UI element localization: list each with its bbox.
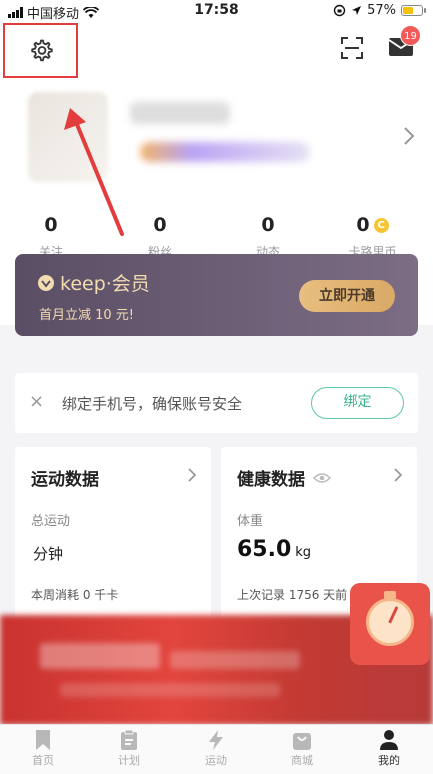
sport-data-card[interactable]: 运动数据 总运动 分钟 本周消耗 0 千卡 (15, 447, 211, 622)
battery-icon (401, 5, 426, 16)
stat-following-value: 0 (44, 214, 58, 236)
tab-me[interactable]: 我的 (346, 725, 432, 774)
bookmark-icon (36, 730, 50, 750)
sport-weekly-calories: 本周消耗 0 千卡 (31, 588, 119, 602)
tab-store[interactable]: 商城 (259, 725, 345, 774)
lightning-icon (209, 730, 223, 750)
stat-calorie-coins-value: 0 (356, 214, 370, 236)
chevron-right-icon (188, 468, 197, 482)
username-blurred (130, 102, 230, 124)
weight-number: 65.0 (237, 537, 292, 562)
vip-membership-banner[interactable]: keep·会员 首月立减 10 元! 立即开通 (15, 254, 418, 336)
vip-activate-button[interactable]: 立即开通 (299, 280, 395, 312)
tab-sport-label: 运动 (205, 754, 227, 767)
bind-phone-text: 绑定手机号，确保账号安全 (62, 395, 243, 413)
close-icon[interactable]: × (29, 391, 44, 412)
weight-unit: kg (295, 545, 312, 560)
scan-icon[interactable] (340, 36, 364, 60)
tab-me-label: 我的 (378, 754, 400, 767)
bind-button[interactable]: 绑定 (311, 387, 404, 419)
tab-store-label: 商城 (291, 754, 313, 767)
battery-fill (403, 7, 413, 14)
user-level-tag-blurred (140, 142, 310, 162)
vip-logo-text: keep·会员 (60, 273, 150, 295)
rotation-lock-icon (333, 4, 346, 17)
last-record-text: 上次记录 1756 天前 (237, 588, 348, 602)
gear-icon (30, 39, 53, 61)
chevron-right-icon (394, 468, 403, 482)
bind-phone-card: × 绑定手机号，确保账号安全 绑定 (15, 373, 418, 433)
battery-percent: 57% (367, 3, 396, 18)
clipboard-icon (121, 729, 137, 750)
chevron-right-icon[interactable] (403, 126, 415, 146)
tab-plan-label: 计划 (118, 754, 140, 767)
person-icon (380, 730, 398, 750)
sport-total-label: 总运动 (31, 514, 71, 529)
tab-home[interactable]: 首页 (0, 725, 86, 774)
weight-label: 体重 (237, 514, 264, 529)
eye-icon[interactable] (313, 472, 331, 484)
tab-plan[interactable]: 计划 (86, 725, 172, 774)
settings-button[interactable] (3, 23, 78, 78)
sport-data-title: 运动数据 (31, 470, 99, 490)
weight-value: 65.0 kg (237, 537, 311, 562)
avatar[interactable] (28, 92, 108, 182)
vip-logo: keep·会员 (37, 269, 150, 296)
stat-followers-value: 0 (153, 214, 167, 236)
status-bar: 中国移动 17:58 57% (0, 0, 433, 22)
tab-home-label: 首页 (32, 754, 54, 767)
diamond-icon (38, 274, 54, 291)
floating-timer-button[interactable] (350, 583, 430, 665)
stat-posts-value: 0 (261, 214, 275, 236)
coin-icon: C (373, 217, 389, 233)
shopping-bag-icon (293, 733, 311, 750)
vip-subtitle: 首月立减 10 元! (39, 308, 135, 323)
sport-total-value: 分钟 (33, 545, 64, 563)
tab-sport[interactable]: 运动 (173, 725, 259, 774)
status-right: 57% (333, 3, 426, 18)
notification-badge: 19 (400, 25, 421, 46)
health-data-title: 健康数据 (237, 470, 305, 490)
bottom-tab-bar: 首页 计划 运动 商城 我的 (0, 724, 433, 774)
location-arrow-icon (352, 6, 362, 15)
